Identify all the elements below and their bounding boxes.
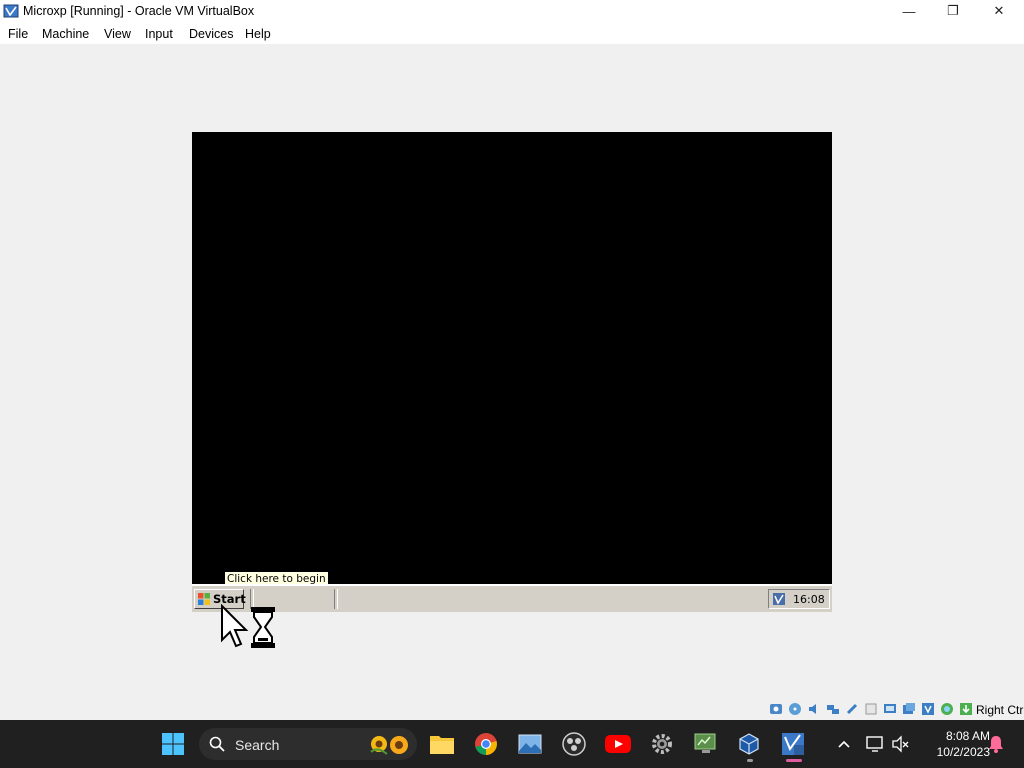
usb-icon[interactable] xyxy=(845,702,859,716)
active-window-indicator xyxy=(786,759,802,762)
guest-taskbar: Start 16:08 xyxy=(192,584,832,612)
vm-display[interactable]: Click here to begin Start 16:08 xyxy=(192,132,832,612)
window-title: Microxp [Running] - Oracle VM VirtualBox xyxy=(23,4,255,18)
minimize-button[interactable]: — xyxy=(886,0,932,22)
windows-flag-icon xyxy=(198,593,210,605)
host-time: 8:08 AM xyxy=(945,729,990,743)
settings-button[interactable] xyxy=(648,730,676,758)
menu-input[interactable]: Input xyxy=(145,27,173,41)
busy-cursor-icon xyxy=(221,604,275,648)
chrome-icon xyxy=(475,733,497,755)
virtualbox-manager-button[interactable] xyxy=(735,730,763,758)
search-icon xyxy=(209,736,225,752)
search-placeholder: Search xyxy=(235,737,280,753)
vbox-status-bar: Right Ctrl xyxy=(767,700,1024,720)
obs-button[interactable] xyxy=(560,730,588,758)
windows-start-button[interactable] xyxy=(159,730,187,758)
gear-icon xyxy=(652,734,672,754)
search-box[interactable]: Search xyxy=(199,728,417,760)
monitor-icon xyxy=(694,733,716,753)
shared-folders-icon[interactable] xyxy=(864,702,878,716)
virtualbox-cube-icon xyxy=(739,733,759,755)
chevron-up-icon xyxy=(838,740,850,748)
photos-button[interactable] xyxy=(516,730,544,758)
host-date: 10/2/2023 xyxy=(936,745,990,759)
host-key-arrow-icon[interactable] xyxy=(959,702,973,716)
task-manager-button[interactable] xyxy=(692,730,720,758)
menu-bar: File Machine View Input Devices Help xyxy=(0,22,1024,44)
maximize-button[interactable]: ❐ xyxy=(930,0,976,22)
title-bar: Microxp [Running] - Oracle VM VirtualBox… xyxy=(0,0,1024,22)
audio-icon[interactable] xyxy=(807,702,821,716)
video-capture-icon[interactable] xyxy=(902,702,916,716)
vt-x-icon[interactable] xyxy=(921,702,935,716)
system-tray: 16:08 xyxy=(768,589,830,609)
folder-icon xyxy=(430,736,454,754)
host-clock[interactable]: 8:08 AM 10/2/2023 xyxy=(920,728,990,760)
menu-view[interactable]: View xyxy=(104,27,131,41)
display-tray-icon xyxy=(866,736,883,752)
display-icon[interactable] xyxy=(883,702,897,716)
display-tray-button[interactable] xyxy=(862,730,888,758)
youtube-icon xyxy=(605,735,631,753)
file-explorer-button[interactable] xyxy=(428,730,456,758)
volume-tray-button[interactable] xyxy=(888,730,914,758)
taskbar-separator xyxy=(334,589,338,609)
host-key-label: Right Ctrl xyxy=(976,703,1024,717)
maximize-icon: ❐ xyxy=(947,3,959,18)
close-button[interactable]: ✕ xyxy=(976,0,1022,22)
menu-machine[interactable]: Machine xyxy=(42,27,89,41)
photos-icon xyxy=(518,734,542,754)
vm-running-icon xyxy=(782,733,804,755)
youtube-button[interactable] xyxy=(604,730,632,758)
show-hidden-icons-button[interactable] xyxy=(830,730,858,758)
guest-clock: 16:08 xyxy=(793,593,825,606)
minimize-icon: — xyxy=(902,3,916,19)
virtualbox-icon xyxy=(3,4,19,18)
close-icon: ✕ xyxy=(993,3,1005,18)
network-icon[interactable] xyxy=(826,702,840,716)
menu-file[interactable]: File xyxy=(8,27,28,41)
host-taskbar xyxy=(0,720,1024,768)
obs-icon xyxy=(562,732,586,756)
optical-drive-icon[interactable] xyxy=(788,702,802,716)
tray-app-icon[interactable] xyxy=(772,592,786,606)
guest-additions-icon[interactable] xyxy=(940,702,954,716)
virtualbox-running-indicator xyxy=(747,759,753,762)
microxp-vm-button[interactable] xyxy=(779,730,807,758)
hard-disk-icon[interactable] xyxy=(769,702,783,716)
menu-help[interactable]: Help xyxy=(245,27,271,41)
volume-muted-icon xyxy=(892,735,909,753)
sunflower-decoration-icon xyxy=(370,736,408,755)
windows-logo-icon xyxy=(162,733,184,755)
menu-devices[interactable]: Devices xyxy=(189,27,233,41)
chrome-button[interactable] xyxy=(472,730,500,758)
